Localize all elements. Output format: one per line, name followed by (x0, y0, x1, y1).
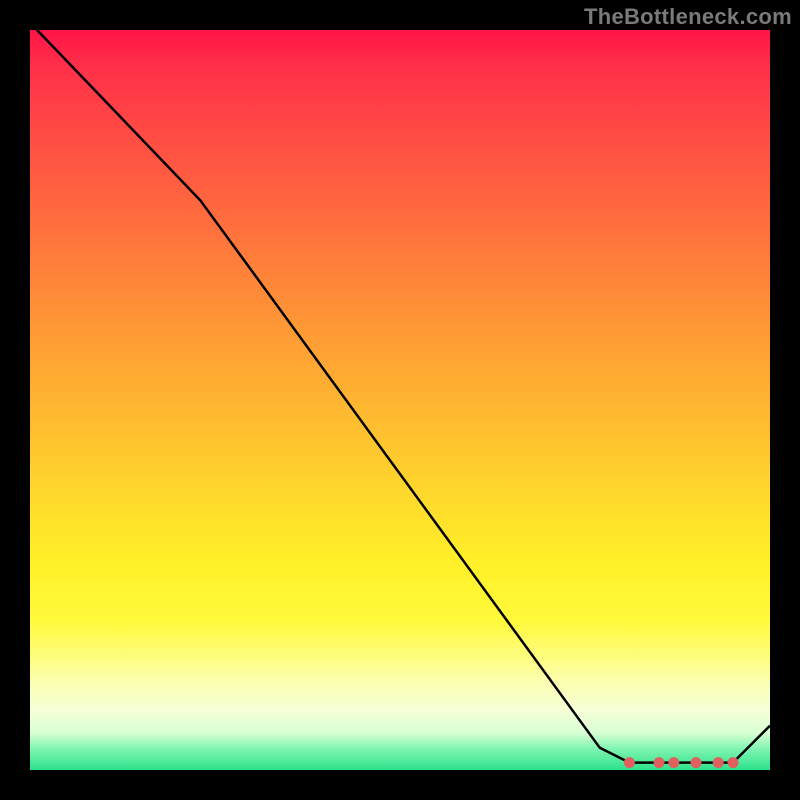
attribution-label: TheBottleneck.com (584, 4, 792, 30)
curve-layer (30, 30, 770, 770)
bottleneck-curve (30, 23, 770, 763)
plot-area (30, 30, 770, 770)
curve-marker (691, 757, 702, 768)
curve-marker (728, 757, 739, 768)
curve-marker (713, 757, 724, 768)
curve-marker (654, 757, 665, 768)
chart-stage: TheBottleneck.com (0, 0, 800, 800)
curve-marker (624, 757, 635, 768)
curve-marker (668, 757, 679, 768)
